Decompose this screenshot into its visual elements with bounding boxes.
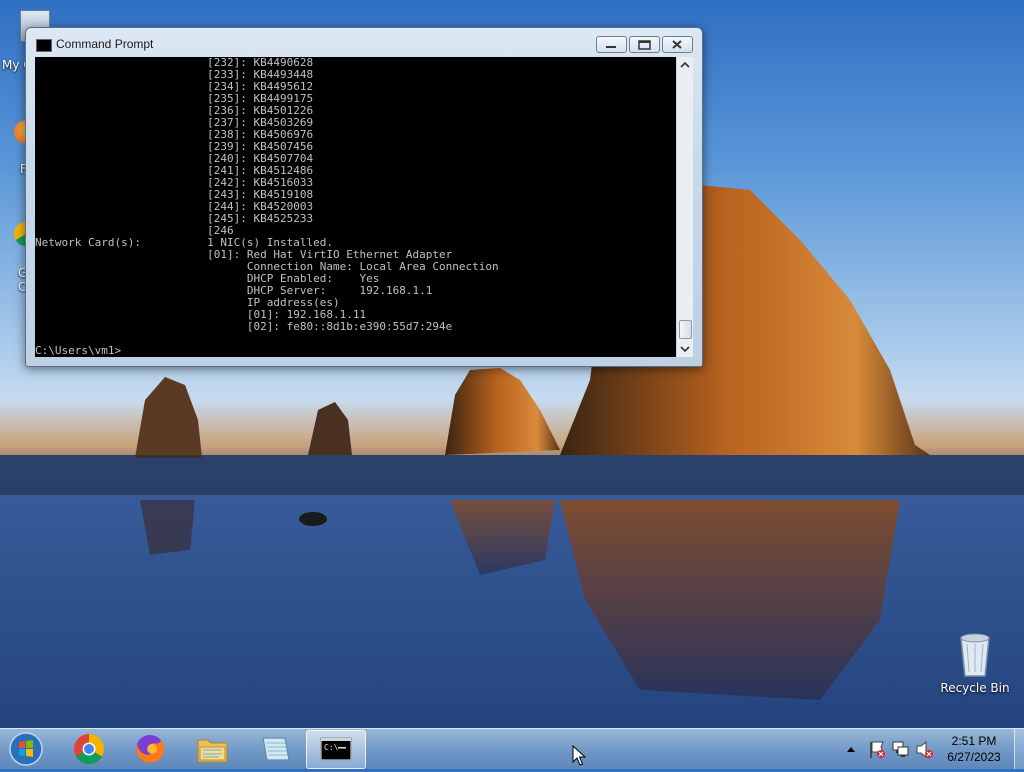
command-prompt-icon [36,39,52,52]
recycle-bin-icon [960,633,990,677]
network-icon[interactable] [890,729,910,769]
close-icon [672,40,682,49]
folder-icon [197,739,228,763]
show-hidden-icons-icon[interactable] [844,729,858,769]
console-line: [02]: fe80::8d1b:e390:55d7:294e [35,320,453,333]
action-center-flag-icon[interactable] [868,729,886,769]
clock-time: 2:51 PM [951,734,997,748]
console-text: [232]: KB4490628 [233]: KB4493448 [234]:… [35,57,499,333]
maximize-icon [638,40,651,50]
scroll-down-button[interactable] [677,341,693,357]
notepad-icon [262,737,290,761]
minimize-button[interactable] [596,36,627,53]
desktop-icon-recycle-bin[interactable]: Recycle Bin [937,630,1013,695]
chrome-icon [74,734,105,765]
windows-logo-icon [9,732,43,766]
close-button[interactable] [662,36,693,53]
chevron-up-icon [680,61,690,68]
console-output[interactable]: [232]: KB4490628 [233]: KB4493448 [234]:… [35,57,676,357]
scroll-thumb[interactable] [679,320,692,339]
window-titlebar[interactable]: Command Prompt [26,28,702,57]
taskbar-command-prompt[interactable]: C:\ [306,730,366,769]
minimize-icon [606,46,616,48]
taskbar-firefox[interactable] [121,730,179,767]
mouse-cursor-icon [572,745,586,766]
start-button[interactable] [6,731,46,767]
firefox-icon [136,735,165,763]
taskbar-notepad[interactable] [245,730,303,767]
vertical-scrollbar[interactable] [676,57,693,357]
clock-date: 6/27/2023 [947,750,1001,764]
command-prompt-line[interactable]: C:\Users\vm1> [35,345,121,357]
taskbar-explorer[interactable] [183,730,241,767]
taskbar-clock[interactable]: 2:51 PM 6/27/2023 [936,733,1012,765]
command-prompt-window[interactable]: Command Prompt [232]: KB4490628 [233]: K… [25,27,703,367]
maximize-button[interactable] [629,36,660,53]
taskbar: C:\ 2:51 PM 6/27/2023 [0,728,1024,769]
recycle-bin-label: Recycle Bin [940,681,1010,695]
chevron-down-icon [680,346,690,353]
volume-muted-icon[interactable] [914,729,934,769]
scroll-up-button[interactable] [677,57,693,73]
svg-text:C:\: C:\ [324,743,339,752]
command-prompt-icon: C:\ [320,737,352,761]
window-title: Command Prompt [56,37,154,51]
taskbar-chrome[interactable] [60,730,118,767]
show-desktop-button[interactable] [1014,729,1024,769]
